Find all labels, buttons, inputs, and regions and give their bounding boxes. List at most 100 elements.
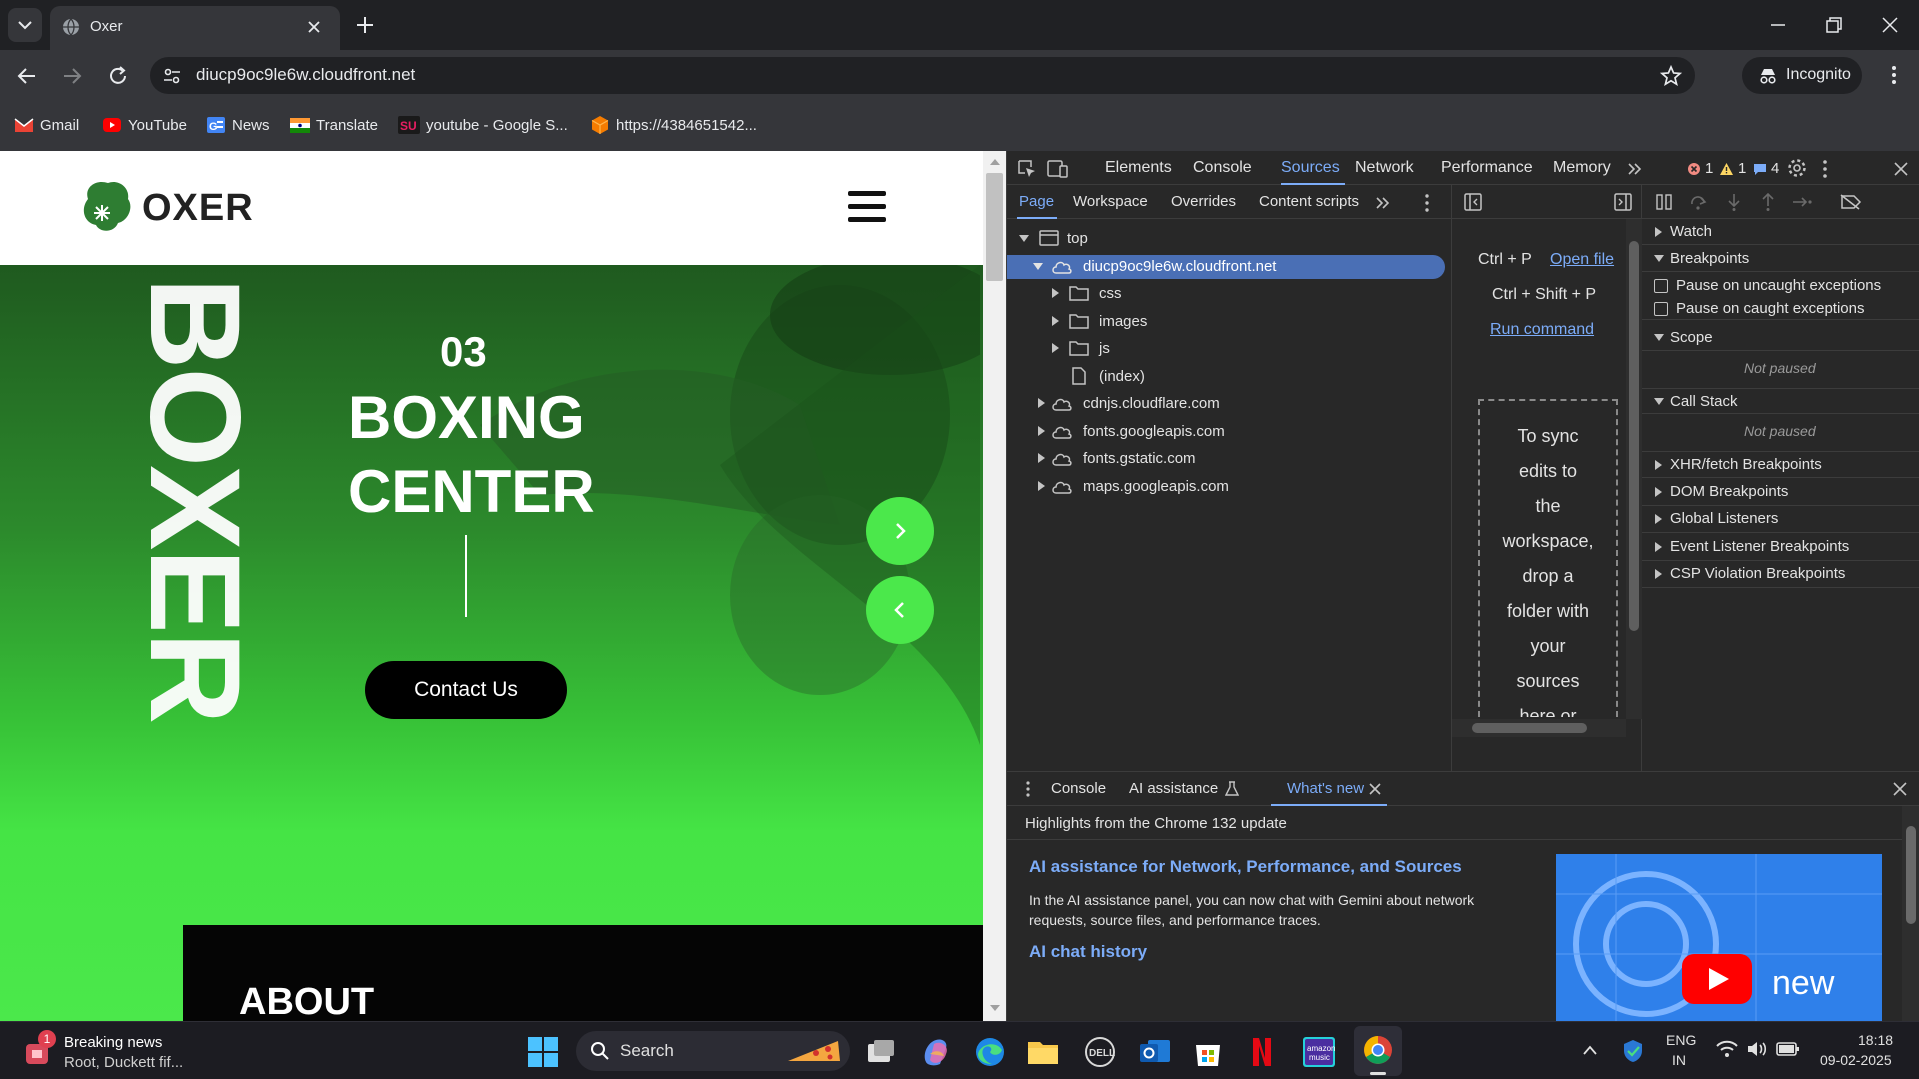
drawer-tab-ai-assistance[interactable]: AI assistance <box>1129 772 1239 806</box>
bookmark-youtube[interactable]: YouTube <box>102 114 187 136</box>
message-counter[interactable]: 4 <box>1753 160 1779 177</box>
scrollbar-thumb[interactable] <box>1906 826 1916 924</box>
run-command-link[interactable]: Run command <box>1490 321 1594 339</box>
scrollbar-thumb[interactable] <box>986 173 1003 281</box>
pause-resume-icon[interactable] <box>1656 194 1672 210</box>
news-widget[interactable]: 1 Breaking news Root, Duckett fif... <box>20 1028 210 1074</box>
incognito-badge[interactable]: Incognito <box>1742 57 1862 94</box>
article-title-link[interactable]: AI assistance for Network, Performance, … <box>1029 857 1462 877</box>
article2-title-link[interactable]: AI chat history <box>1029 942 1147 962</box>
tree-folder-css[interactable]: css <box>1007 282 1452 306</box>
pause-uncaught-checkbox-row[interactable]: Pause on uncaught exceptions <box>1642 275 1919 297</box>
browser-tab[interactable]: Oxer <box>50 6 340 50</box>
workspace-drop-zone[interactable]: To sync edits to the workspace, drop a f… <box>1478 399 1618 717</box>
reload-icon[interactable] <box>107 65 129 87</box>
hamburger-menu-icon[interactable] <box>848 189 888 225</box>
contact-us-button[interactable]: Contact Us <box>365 661 567 719</box>
step-over-icon[interactable] <box>1690 194 1708 210</box>
copilot-icon[interactable] <box>920 1036 952 1068</box>
section-watch[interactable]: Watch <box>1642 219 1919 245</box>
step-into-icon[interactable] <box>1726 193 1742 211</box>
bookmark-url[interactable]: https://4384651542... <box>590 114 757 136</box>
chrome-taskbar-item[interactable] <box>1354 1026 1402 1076</box>
minimize-icon[interactable] <box>1768 15 1788 35</box>
section-call-stack[interactable]: Call Stack <box>1642 388 1919 414</box>
tab-search-button[interactable] <box>8 8 42 42</box>
navigator-menu-icon[interactable] <box>1421 193 1433 213</box>
address-bar[interactable]: diucp9oc9le6w.cloudfront.net <box>150 57 1695 94</box>
dell-icon[interactable]: DELL <box>1084 1036 1116 1068</box>
whats-new-video-thumbnail[interactable]: new <box>1556 854 1882 1022</box>
windows-start-icon[interactable] <box>528 1037 558 1067</box>
netflix-icon[interactable] <box>1250 1036 1274 1068</box>
edge-icon[interactable] <box>974 1036 1006 1068</box>
wifi-icon[interactable] <box>1716 1040 1738 1058</box>
language-indicator[interactable]: ENG <box>1666 1032 1696 1048</box>
close-devtools-icon[interactable] <box>1893 161 1909 177</box>
close-window-icon[interactable] <box>1880 15 1900 35</box>
bookmark-gmail[interactable]: Gmail <box>14 114 79 136</box>
inspect-element-icon[interactable] <box>1017 159 1037 179</box>
outlook-icon[interactable] <box>1138 1036 1172 1068</box>
close-drawer-icon[interactable] <box>1893 782 1907 796</box>
oxer-logo-icon[interactable] <box>78 177 136 235</box>
section-xhr-breakpoints[interactable]: XHR/fetch Breakpoints <box>1642 451 1919 478</box>
drawer-tab-whats-new[interactable]: What's new <box>1271 772 1387 806</box>
tree-file-index[interactable]: (index) <box>1007 365 1452 389</box>
youtube-play-icon[interactable] <box>1682 954 1752 1004</box>
toggle-debugger-icon[interactable] <box>1614 193 1632 211</box>
slider-next-button[interactable] <box>866 497 934 565</box>
devtools-menu-icon[interactable] <box>1817 159 1833 179</box>
tree-origin-cdnjs[interactable]: cdnjs.cloudflare.com <box>1007 392 1452 416</box>
devtools-tab-sources[interactable]: Sources <box>1281 151 1345 185</box>
bookmark-star-icon[interactable] <box>1660 65 1682 87</box>
section-breakpoints[interactable]: Breakpoints <box>1642 246 1919 272</box>
checkbox[interactable] <box>1654 279 1668 293</box>
section-dom-breakpoints[interactable]: DOM Breakpoints <box>1642 479 1919 506</box>
volume-icon[interactable] <box>1746 1040 1768 1058</box>
section-csp-violation-breakpoints[interactable]: CSP Violation Breakpoints <box>1642 561 1919 588</box>
scrollbar-thumb[interactable] <box>1629 241 1639 631</box>
close-tab-icon[interactable] <box>306 19 322 35</box>
editor-horizontal-scrollbar[interactable] <box>1452 719 1626 737</box>
open-file-link[interactable]: Open file <box>1550 251 1614 269</box>
subtab-page[interactable]: Page <box>1017 185 1057 219</box>
checkbox[interactable] <box>1654 302 1668 316</box>
battery-icon[interactable] <box>1776 1040 1800 1058</box>
bookmark-google-search[interactable]: SU youtube - Google S... <box>398 114 568 136</box>
scroll-down-icon[interactable] <box>989 1003 1001 1013</box>
tree-origin-maps-googleapis[interactable]: maps.googleapis.com <box>1007 475 1452 499</box>
browser-menu-icon[interactable] <box>1884 64 1904 86</box>
tree-item-origin-selected[interactable]: diucp9oc9le6w.cloudfront.net <box>1007 255 1445 279</box>
tree-folder-js[interactable]: js <box>1007 337 1452 361</box>
bookmark-translate[interactable]: Translate <box>290 114 378 136</box>
section-scope[interactable]: Scope <box>1642 325 1919 351</box>
drawer-menu-icon[interactable] <box>1023 780 1033 798</box>
tree-item-top[interactable]: top <box>1007 227 1452 251</box>
security-shield-icon[interactable] <box>1622 1038 1644 1064</box>
device-toolbar-icon[interactable] <box>1047 159 1069 179</box>
deactivate-breakpoints-icon[interactable] <box>1840 194 1862 210</box>
section-event-listener-breakpoints[interactable]: Event Listener Breakpoints <box>1642 534 1919 561</box>
new-tab-icon[interactable] <box>355 15 375 35</box>
tree-origin-fonts-googleapis[interactable]: fonts.googleapis.com <box>1007 420 1452 444</box>
settings-gear-icon[interactable] <box>1787 158 1807 178</box>
region-indicator[interactable]: IN <box>1672 1052 1686 1068</box>
section-global-listeners[interactable]: Global Listeners <box>1642 506 1919 533</box>
clock-date[interactable]: 09-02-2025 <box>1820 1052 1892 1068</box>
clock-time[interactable]: 18:18 <box>1858 1032 1893 1048</box>
restore-icon[interactable] <box>1824 15 1844 35</box>
step-icon[interactable] <box>1792 194 1812 210</box>
pause-caught-checkbox-row[interactable]: Pause on caught exceptions <box>1642 298 1919 320</box>
toggle-navigator-icon[interactable] <box>1464 193 1482 211</box>
taskbar-search-box[interactable]: Search <box>576 1031 850 1071</box>
microsoft-store-icon[interactable] <box>1192 1036 1224 1068</box>
amazon-music-icon[interactable]: amazonmusic <box>1302 1036 1336 1068</box>
tray-overflow-chevron-icon[interactable] <box>1582 1044 1598 1056</box>
tree-origin-fonts-gstatic[interactable]: fonts.gstatic.com <box>1007 447 1452 471</box>
scroll-up-icon[interactable] <box>989 157 1001 167</box>
forward-arrow-icon[interactable] <box>61 65 83 87</box>
editor-vertical-scrollbar[interactable] <box>1626 219 1642 719</box>
more-tabs-icon[interactable] <box>1627 161 1643 177</box>
page-scrollbar[interactable] <box>983 151 1006 1021</box>
